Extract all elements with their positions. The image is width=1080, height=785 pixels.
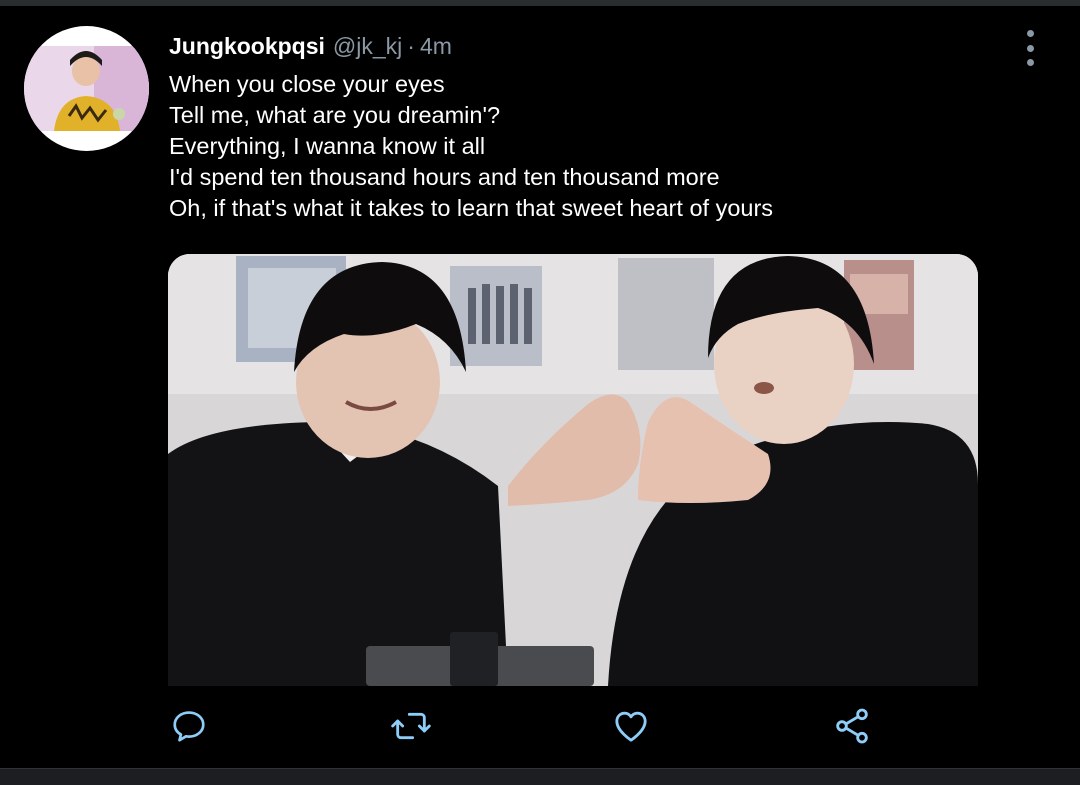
tweet-line: I'd spend ten thousand hours and ten tho… (169, 164, 720, 190)
retweet-button[interactable] (389, 700, 433, 752)
display-name[interactable]: Jungkookpqsi (169, 33, 325, 60)
tweet-line: Everything, I wanna know it all (169, 133, 486, 159)
header-separator: · (407, 33, 415, 59)
share-icon (836, 708, 868, 744)
tweet-media-photo[interactable] (168, 254, 978, 686)
like-button[interactable] (609, 700, 653, 752)
avatar-image (24, 46, 149, 131)
user-handle[interactable]: @jk_kj (333, 33, 402, 60)
top-divider (0, 0, 1080, 6)
reply-icon (173, 711, 205, 742)
tweet-line: When you close your eyes (169, 71, 445, 97)
share-button[interactable] (830, 700, 874, 752)
retweet-icon (391, 712, 431, 740)
photo-two-people-heart-hands (168, 254, 978, 686)
tweet-actions-bar (0, 700, 1080, 756)
heart-icon (615, 711, 647, 742)
bottom-divider (0, 768, 1080, 785)
tweet-header: Jungkookpqsi @jk_kj · 4m (169, 33, 452, 63)
tweet-text: When you close your eyes Tell me, what a… (169, 69, 989, 224)
more-vertical-icon[interactable] (1016, 30, 1044, 66)
tweet-timestamp[interactable]: 4m (420, 33, 452, 60)
avatar[interactable] (24, 26, 149, 151)
tweet-line: Tell me, what are you dreamin'? (169, 102, 501, 128)
tweet-line: Oh, if that's what it takes to learn tha… (169, 195, 774, 221)
reply-button[interactable] (167, 700, 211, 752)
